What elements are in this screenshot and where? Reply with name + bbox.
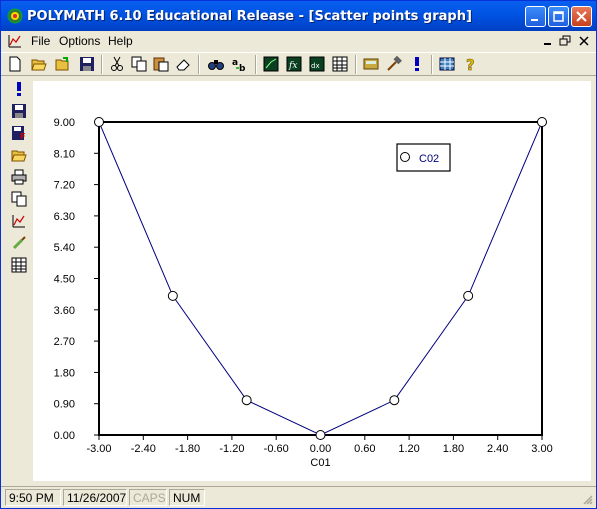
graph-settings-icon[interactable] <box>11 213 27 229</box>
replace-icon[interactable]: ab <box>231 56 247 72</box>
function-icon[interactable]: fx <box>286 56 302 72</box>
menu-bar: File Options Help <box>1 31 596 51</box>
app-window: POLYMATH 6.10 Educational Release - [Sca… <box>0 0 597 509</box>
new-icon[interactable] <box>7 56 23 72</box>
run-icon[interactable] <box>11 81 27 97</box>
data-point <box>94 117 104 127</box>
window-title: POLYMATH 6.10 Educational Release - [Sca… <box>27 9 472 24</box>
svg-text:dx: dx <box>311 62 320 70</box>
toolbar-separator <box>431 55 433 74</box>
resize-grip-icon[interactable] <box>581 493 593 505</box>
x-axis-label: C01 <box>310 457 330 469</box>
toolbar-separator <box>101 55 103 74</box>
calculator-icon[interactable] <box>363 56 379 72</box>
brush-icon[interactable] <box>11 235 27 251</box>
menu-file[interactable]: File <box>31 34 50 48</box>
y-tick-label: 0.90 <box>54 399 75 411</box>
toolbar-separator <box>255 55 257 74</box>
toolbar-separator <box>198 55 200 74</box>
toolbar-separator <box>355 55 357 74</box>
polymath-app-icon <box>7 8 23 24</box>
y-tick-label: 2.70 <box>54 336 75 348</box>
save-icon[interactable] <box>79 56 95 72</box>
units-icon[interactable] <box>439 56 455 72</box>
open-icon[interactable] <box>31 56 47 72</box>
maximize-button[interactable] <box>548 6 569 27</box>
maximize-icon <box>553 11 564 22</box>
x-tick-label: -0.60 <box>264 443 289 455</box>
x-tick-label: 0.60 <box>354 443 375 455</box>
y-tick-label: 8.10 <box>54 148 75 160</box>
svg-text:a: a <box>232 58 238 68</box>
scatter-chart[interactable]: 0.00 0.90 1.80 2.70 3.60 4.50 5.40 6.30 7.20 8.10… <box>33 81 591 481</box>
close-icon <box>576 11 587 22</box>
cut-icon[interactable] <box>109 56 125 72</box>
eraser-icon[interactable] <box>175 56 191 72</box>
open-icon[interactable] <box>11 147 27 163</box>
table-icon[interactable] <box>332 56 348 72</box>
close-button[interactable] <box>571 6 592 27</box>
graph-document-icon[interactable] <box>7 33 23 49</box>
data-point <box>241 395 252 406</box>
title-bar[interactable]: POLYMATH 6.10 Educational Release - [Sca… <box>1 1 596 31</box>
minimize-button[interactable] <box>525 6 546 27</box>
save-icon[interactable] <box>11 103 27 119</box>
hammer-icon[interactable] <box>386 56 402 72</box>
run-icon[interactable] <box>409 56 425 72</box>
y-tick-label: 3.60 <box>54 305 75 317</box>
copy-icon[interactable] <box>131 56 147 72</box>
data-point <box>389 395 400 406</box>
svg-text:?: ? <box>466 56 475 72</box>
y-tick-label: 4.50 <box>54 274 75 286</box>
mdi-close-icon[interactable] <box>578 35 592 47</box>
x-tick-label: -2.40 <box>131 443 156 455</box>
print-icon[interactable] <box>11 169 27 185</box>
status-caps: CAPS <box>129 489 167 506</box>
y-tick-label: 1.80 <box>54 367 75 379</box>
y-tick-label: 9.00 <box>54 117 75 129</box>
minimize-icon <box>531 19 538 21</box>
status-bar: 9:50 PM 11/26/2007 CAPS NUM <box>1 486 596 508</box>
data-point <box>315 430 326 440</box>
svg-text:b: b <box>239 64 246 72</box>
menu-help[interactable]: Help <box>108 34 133 48</box>
copy-icon[interactable] <box>11 191 27 207</box>
x-tick-label: 0.00 <box>310 443 331 455</box>
data-point <box>167 290 178 301</box>
x-tick-label: -1.80 <box>175 443 200 455</box>
table-icon[interactable] <box>11 257 27 273</box>
graph-side-toolbar: F <box>5 77 31 485</box>
scatter-graph-panel[interactable]: 0.00 0.90 1.80 2.70 3.60 4.50 5.40 6.30 7.20 8.10… <box>33 81 591 481</box>
main-toolbar: ab fx dx ? <box>1 52 596 76</box>
legend-label: C02 <box>419 153 439 165</box>
y-tick-label: 7.20 <box>54 180 75 192</box>
y-tick-label: 5.40 <box>54 242 75 254</box>
find-icon[interactable] <box>208 56 224 72</box>
mdi-restore-icon[interactable] <box>559 35 573 47</box>
x-tick-label: -1.20 <box>219 443 244 455</box>
paste-icon[interactable] <box>153 56 169 72</box>
matrix-icon[interactable]: dx <box>309 56 325 72</box>
x-tick-label: 3.00 <box>531 443 552 455</box>
status-time: 9:50 PM <box>5 489 61 506</box>
open-green-icon[interactable] <box>55 56 71 72</box>
x-tick-label: 2.40 <box>487 443 508 455</box>
status-num: NUM <box>169 489 205 506</box>
svg-text:fx: fx <box>288 61 297 71</box>
legend-marker <box>400 152 410 162</box>
status-date: 11/26/2007 <box>63 489 127 506</box>
y-tick-label: 6.30 <box>54 211 75 223</box>
graph-icon[interactable] <box>263 56 279 72</box>
svg-text:F: F <box>20 132 25 141</box>
help-icon[interactable]: ? <box>463 56 479 72</box>
menu-options[interactable]: Options <box>59 34 100 48</box>
x-tick-label: -3.00 <box>86 443 111 455</box>
x-tick-label: 1.80 <box>443 443 464 455</box>
save-as-icon[interactable]: F <box>11 125 27 141</box>
x-tick-label: 1.20 <box>398 443 419 455</box>
mdi-minimize-icon[interactable] <box>541 35 555 47</box>
data-point <box>537 117 547 127</box>
y-tick-label: 0.00 <box>54 430 75 442</box>
data-point <box>463 290 474 301</box>
